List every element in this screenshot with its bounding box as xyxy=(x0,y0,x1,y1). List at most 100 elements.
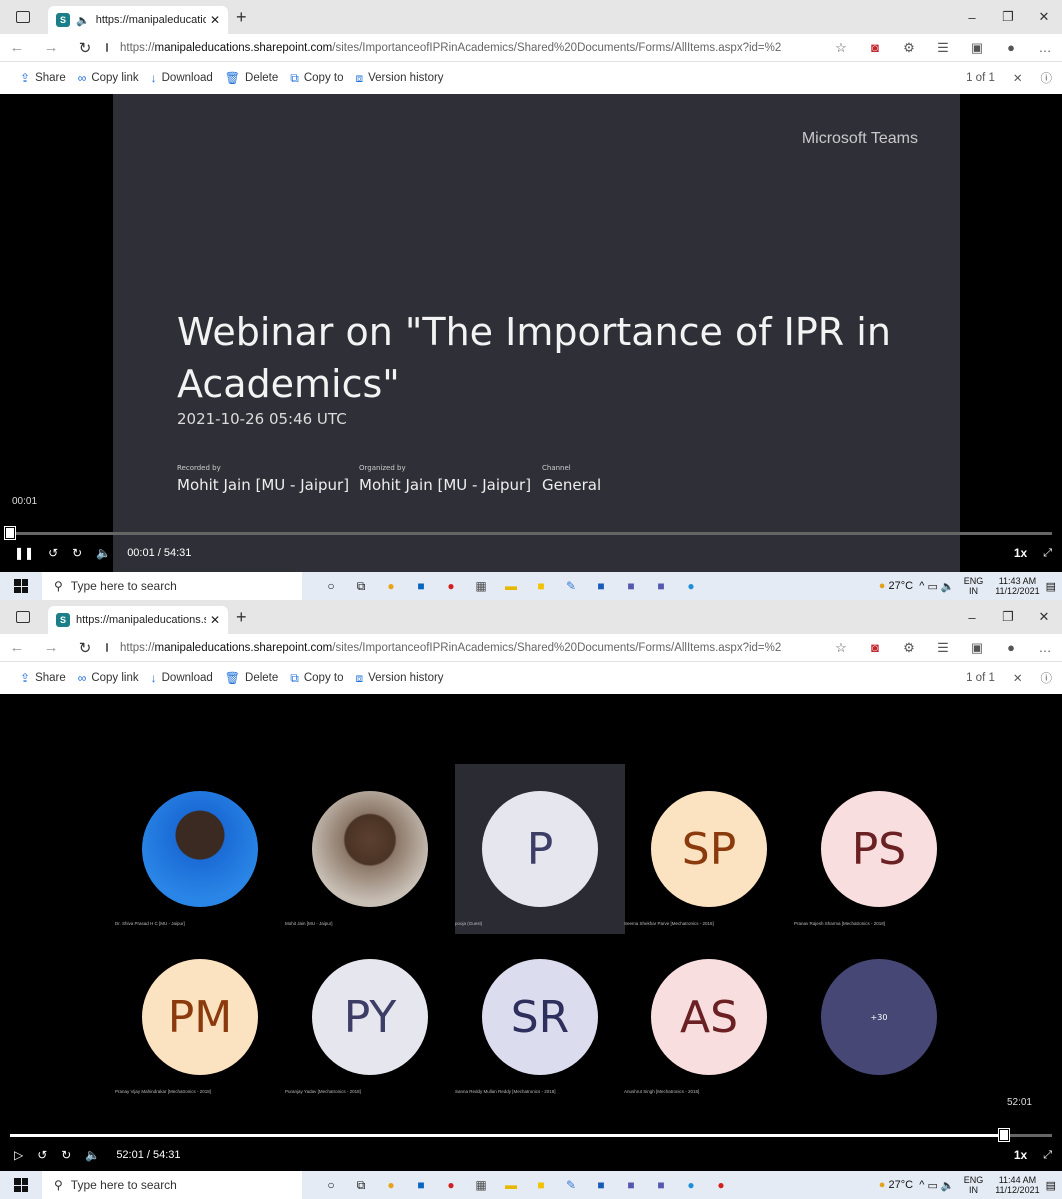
forward-icon[interactable]: → xyxy=(34,639,68,656)
calculator-icon[interactable]: ▦ xyxy=(466,579,496,594)
teams-alt-icon[interactable]: ■ xyxy=(646,1178,676,1193)
share-button[interactable]: ⇪ Share xyxy=(20,671,66,685)
mcafee-icon[interactable]: ◙ xyxy=(858,640,892,656)
chrome-icon[interactable]: ● xyxy=(376,1178,406,1193)
windows-start-icon[interactable] xyxy=(14,1178,28,1192)
favorites-icon[interactable]: ☰ xyxy=(926,40,960,56)
file-explorer-icon[interactable]: ▬ xyxy=(496,579,526,594)
paint-icon[interactable]: ✎ xyxy=(556,1178,586,1193)
tab-actions-icon[interactable] xyxy=(16,611,30,623)
progress-knob[interactable] xyxy=(4,526,17,540)
back-icon[interactable]: ← xyxy=(0,39,34,56)
info-icon[interactable]: ⓘ xyxy=(1041,70,1053,86)
edge-icon[interactable]: ● xyxy=(676,579,706,594)
restore-icon[interactable]: ❐ xyxy=(990,609,1026,625)
teams-icon[interactable]: ■ xyxy=(616,579,646,594)
yandex-icon[interactable]: ● xyxy=(436,1178,466,1193)
yandex-icon[interactable]: ● xyxy=(436,579,466,594)
version-history-button[interactable]: ⧈ Version history xyxy=(355,71,443,86)
play-icon[interactable]: ▷ xyxy=(14,1148,23,1162)
more-icon[interactable]: … xyxy=(1028,40,1062,56)
volume-icon[interactable]: 🔈 xyxy=(96,546,111,560)
browser-tab[interactable]: S 🔈 https://manipaleducations.s ✕ xyxy=(48,6,228,34)
outlook-icon[interactable]: ■ xyxy=(406,1178,436,1193)
mcafee-icon[interactable]: ◙ xyxy=(858,40,892,56)
back-icon[interactable]: ← xyxy=(0,639,34,656)
speed-button[interactable]: 1x xyxy=(1014,1148,1027,1162)
download-button[interactable]: ↓ Download xyxy=(151,671,213,685)
delete-button[interactable]: 🗑 Delete xyxy=(225,671,278,685)
forward-10-icon[interactable]: ↻ xyxy=(61,1148,71,1162)
close-window-icon[interactable]: ✕ xyxy=(1026,9,1062,25)
fullscreen-icon[interactable]: ⤢ xyxy=(1043,1149,1052,1162)
clock[interactable]: 11:44 AM 11/12/2021 xyxy=(995,1175,1039,1195)
weather-text[interactable]: 27°C xyxy=(889,1179,914,1191)
profile-icon[interactable]: ● xyxy=(994,640,1028,656)
close-tab-icon[interactable]: ✕ xyxy=(210,13,220,27)
url-field[interactable]: https://manipaleducations.sharepoint.com… xyxy=(102,642,782,654)
download-button[interactable]: ↓ Download xyxy=(151,71,213,85)
minimize-icon[interactable]: – xyxy=(954,10,990,25)
chrome-icon[interactable]: ● xyxy=(376,579,406,594)
taskbar-search[interactable]: ⚲ Type here to search xyxy=(42,572,302,600)
copy-link-button[interactable]: ∞ Copy link xyxy=(78,71,139,85)
outlook-icon[interactable]: ■ xyxy=(406,579,436,594)
more-icon[interactable]: … xyxy=(1028,640,1062,656)
weather-icon[interactable]: ● xyxy=(879,580,886,592)
windows-start-icon[interactable] xyxy=(14,579,28,593)
rewind-10-icon[interactable]: ↺ xyxy=(48,546,58,560)
delete-button[interactable]: 🗑 Delete xyxy=(225,71,278,85)
favorites-icon[interactable]: ☰ xyxy=(926,640,960,656)
teams-icon[interactable]: ■ xyxy=(616,1178,646,1193)
forward-icon[interactable]: → xyxy=(34,39,68,56)
progress-bar[interactable] xyxy=(10,1134,1052,1137)
fullscreen-icon[interactable]: ⤢ xyxy=(1043,547,1052,560)
taskbar-search[interactable]: ⚲ Type here to search xyxy=(42,1171,302,1199)
language-indicator[interactable]: ENG IN xyxy=(964,1175,984,1195)
progress-bar[interactable] xyxy=(10,532,1052,535)
pause-icon[interactable]: ❚❚ xyxy=(14,546,34,560)
info-icon[interactable]: ⓘ xyxy=(1041,670,1053,686)
close-window-icon[interactable]: ✕ xyxy=(1026,609,1062,625)
word-icon[interactable]: ■ xyxy=(586,579,616,594)
refresh-icon[interactable]: ↻ xyxy=(68,39,102,57)
copy-to-button[interactable]: ⧉ Copy to xyxy=(290,71,343,86)
weather-text[interactable]: 27°C xyxy=(889,580,914,592)
task-view-icon[interactable]: ⧉ xyxy=(346,1178,376,1193)
teams-alt-icon[interactable]: ■ xyxy=(646,579,676,594)
tray-chevron-icon[interactable]: ^ xyxy=(919,580,924,592)
profile-icon[interactable]: ● xyxy=(994,40,1028,56)
extensions-icon[interactable]: ⚙ xyxy=(892,640,926,656)
collections-icon[interactable]: ▣ xyxy=(960,40,994,56)
speaker-icon[interactable]: 🔈 xyxy=(941,1179,955,1192)
tray-chevron-icon[interactable]: ^ xyxy=(919,1179,924,1191)
browser-tab[interactable]: S https://manipaleducations.share ✕ xyxy=(48,606,228,634)
speaker-icon[interactable]: 🔈 xyxy=(941,580,955,593)
edge-icon[interactable]: ● xyxy=(676,1178,706,1193)
audio-icon[interactable]: 🔈 xyxy=(76,14,90,27)
task-view-icon[interactable]: ⧉ xyxy=(346,579,376,594)
word-icon[interactable]: ■ xyxy=(586,1178,616,1193)
cortana-icon[interactable]: ○ xyxy=(316,1178,346,1193)
notifications-icon[interactable]: ▤ xyxy=(1046,580,1056,593)
sticky-notes-icon[interactable]: ■ xyxy=(526,579,556,594)
new-tab-icon[interactable]: + xyxy=(236,7,247,28)
network-icon[interactable]: ▭ xyxy=(927,580,937,593)
weather-icon[interactable]: ● xyxy=(879,1179,886,1191)
video-player[interactable]: Microsoft Teams Webinar on "The Importan… xyxy=(0,94,1062,572)
version-history-button[interactable]: ⧈ Version history xyxy=(355,671,443,686)
tab-actions-icon[interactable] xyxy=(16,11,30,23)
close-viewer-icon[interactable]: ✕ xyxy=(1013,71,1023,85)
copy-to-button[interactable]: ⧉ Copy to xyxy=(290,671,343,686)
rewind-10-icon[interactable]: ↺ xyxy=(37,1148,47,1162)
speed-button[interactable]: 1x xyxy=(1014,546,1027,560)
calculator-icon[interactable]: ▦ xyxy=(466,1178,496,1193)
favorite-star-icon[interactable]: ☆ xyxy=(824,640,858,656)
close-tab-icon[interactable]: ✕ xyxy=(210,613,220,627)
cortana-icon[interactable]: ○ xyxy=(316,579,346,594)
paint-icon[interactable]: ✎ xyxy=(556,579,586,594)
yandex-alt-icon[interactable]: ● xyxy=(706,1178,736,1193)
collections-icon[interactable]: ▣ xyxy=(960,640,994,656)
clock[interactable]: 11:43 AM 11/12/2021 xyxy=(995,576,1039,596)
language-indicator[interactable]: ENG IN xyxy=(964,576,984,596)
